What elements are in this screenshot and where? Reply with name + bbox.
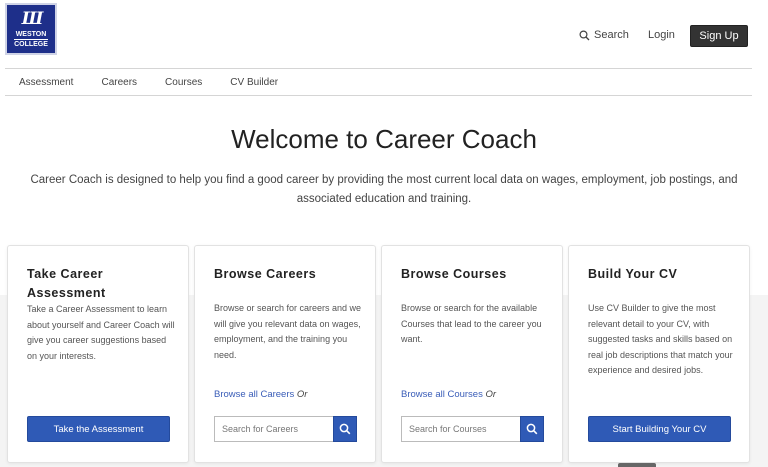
page-title: Welcome to Career Coach: [231, 124, 537, 154]
card-title: Build Your CV: [588, 267, 678, 281]
search-icon: [579, 29, 590, 40]
card-body: Browse or search for the available Cours…: [401, 303, 542, 344]
card-build-your-cv: Build Your CV Use CV Builder to give the…: [568, 245, 750, 463]
logo-line-1: WESTON: [15, 30, 47, 38]
intro-text: Career Coach is designed to help you fin…: [30, 174, 738, 205]
courses-search-input[interactable]: [401, 416, 520, 442]
search-link-label: Search: [594, 29, 629, 41]
logo-line-2: COLLEGE: [14, 38, 48, 48]
card-title: Browse Courses: [401, 267, 507, 281]
nav-item-courses[interactable]: Courses: [165, 77, 202, 88]
card-take-career-assessment: Take Career Assessment Take a Career Ass…: [7, 245, 189, 463]
logo-text: WESTON COLLEGE: [14, 31, 48, 48]
sign-up-button[interactable]: Sign Up: [690, 25, 748, 47]
card-body: Browse or search for careers and we will…: [214, 303, 362, 360]
start-building-cv-button[interactable]: Start Building Your CV: [588, 416, 731, 442]
main-nav: Assessment Careers Courses CV Builder: [5, 68, 752, 96]
weston-college-logo[interactable]: Ш WESTON COLLEGE: [5, 3, 57, 55]
header: Ш WESTON COLLEGE Search Login Sign Up: [0, 0, 768, 68]
card-body: Use CV Builder to give the most relevant…: [588, 303, 733, 375]
search-icon: [339, 423, 351, 435]
card-title: Take Career Assessment: [27, 267, 106, 300]
browse-all-careers-link[interactable]: Browse all Careers: [214, 389, 294, 400]
careers-search: [214, 416, 357, 442]
nav-item-cv-builder[interactable]: CV Builder: [230, 77, 278, 88]
careers-search-button[interactable]: [333, 416, 357, 442]
card-browse-courses: Browse Courses Browse or search for the …: [381, 245, 563, 463]
card-body: Take a Career Assessment to learn about …: [27, 304, 175, 361]
careers-search-input[interactable]: [214, 416, 333, 442]
courses-search-button[interactable]: [520, 416, 544, 442]
login-link[interactable]: Login: [648, 29, 675, 41]
nav-item-assessment[interactable]: Assessment: [19, 77, 73, 88]
card-title: Browse Careers: [214, 267, 317, 281]
courses-search: [401, 416, 544, 442]
browse-all-courses: Browse all Courses Or: [401, 389, 496, 400]
header-search-link[interactable]: Search: [579, 29, 629, 41]
browse-all-courses-link[interactable]: Browse all Courses: [401, 389, 483, 400]
take-assessment-button[interactable]: Take the Assessment: [27, 416, 170, 442]
logo-mark: Ш: [21, 8, 43, 29]
or-text: Or: [296, 389, 308, 400]
card-browse-careers: Browse Careers Browse or search for care…: [194, 245, 376, 463]
or-text: Or: [485, 389, 497, 400]
search-icon: [526, 423, 538, 435]
scroll-indicator[interactable]: [618, 463, 656, 467]
browse-all-careers: Browse all Careers Or: [214, 389, 307, 400]
nav-item-careers[interactable]: Careers: [101, 77, 137, 88]
